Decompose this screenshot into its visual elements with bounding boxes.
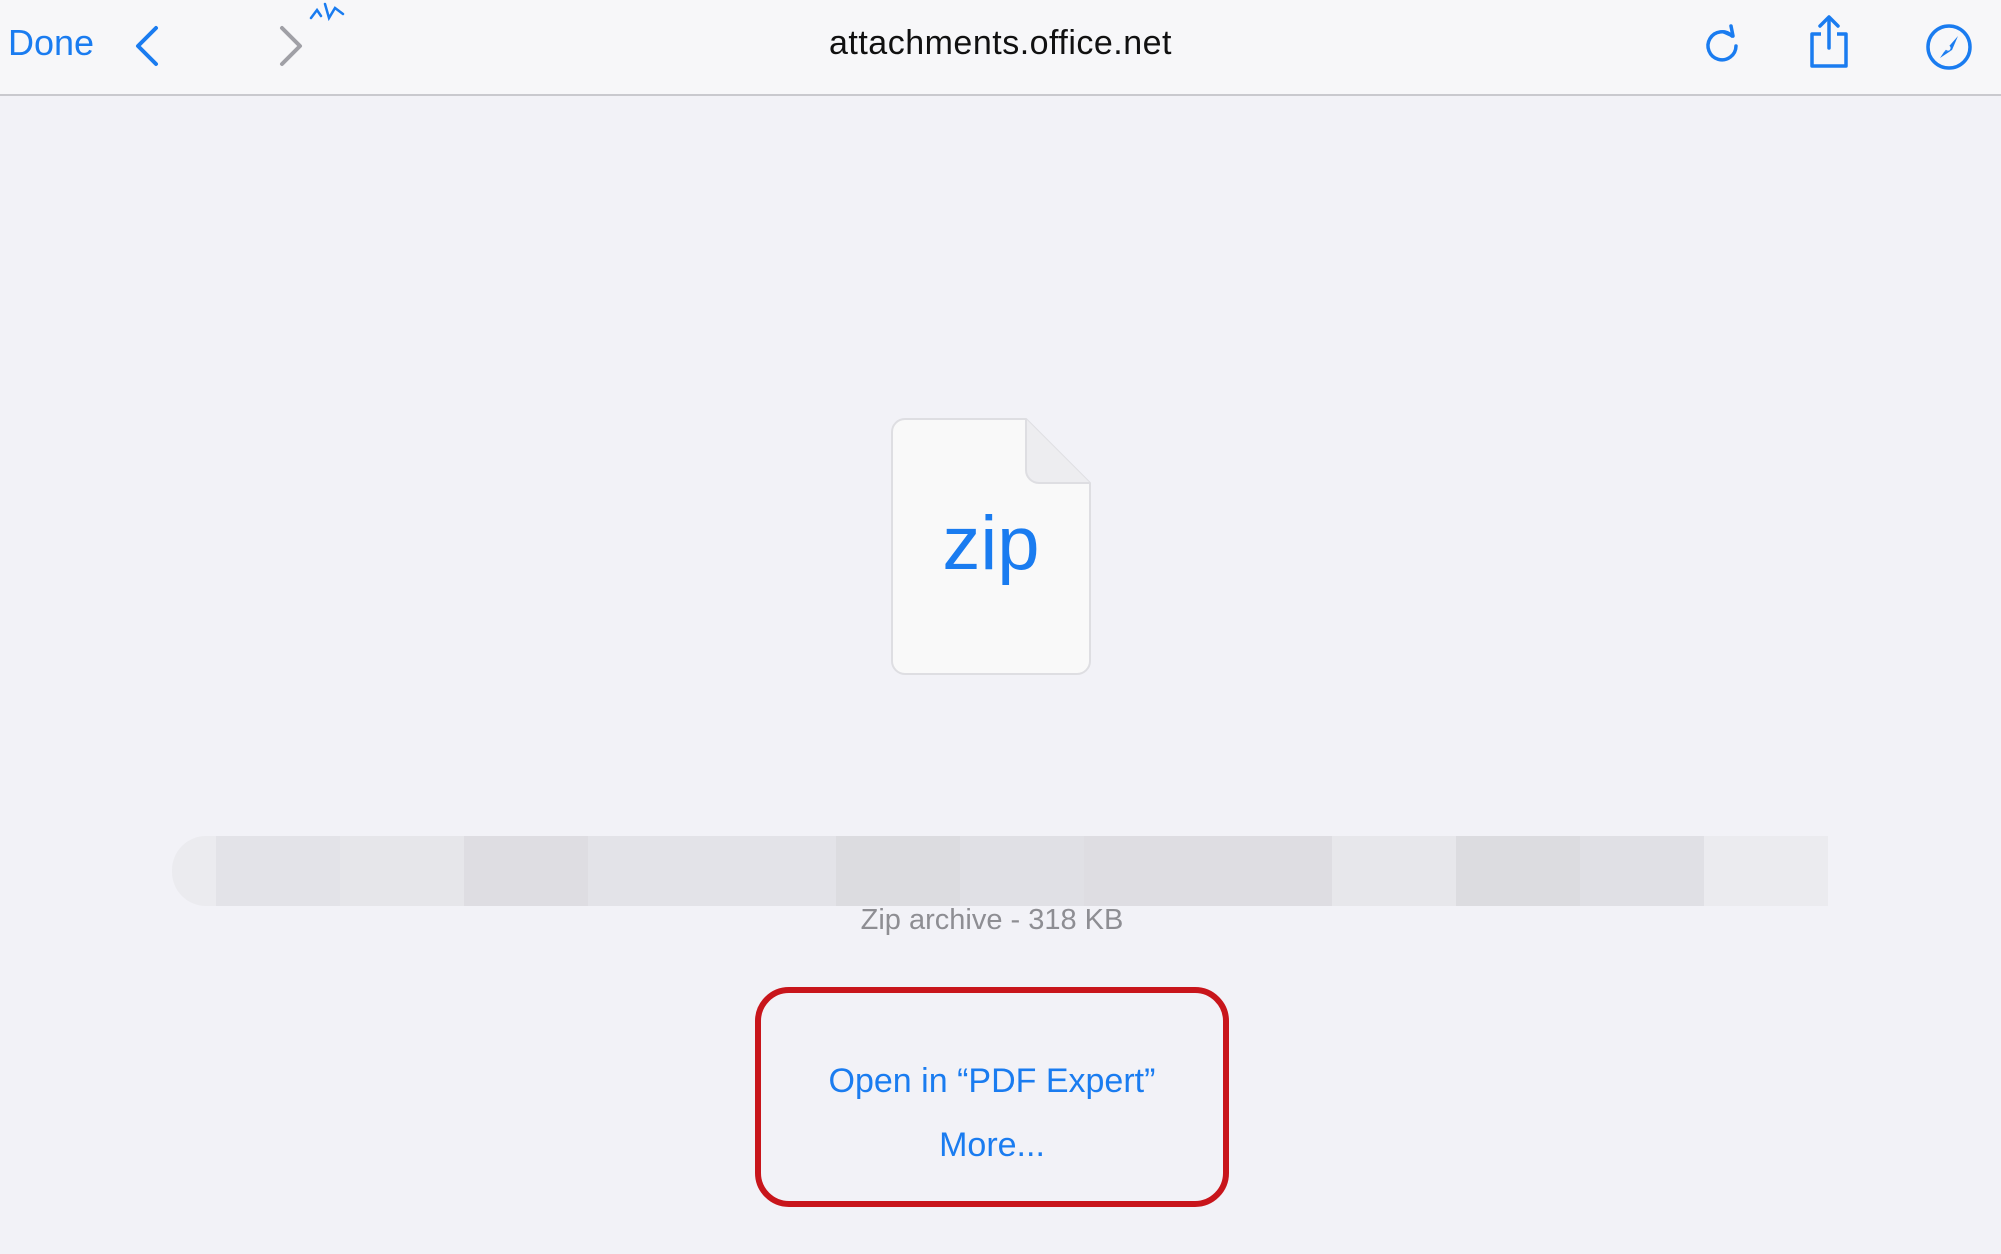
file-meta: Zip archive - 318 KB — [860, 904, 1124, 936]
sparkle-icon — [309, 2, 345, 22]
file-name-redacted — [172, 836, 1828, 906]
share-icon[interactable] — [1806, 14, 1852, 70]
compass-icon[interactable] — [1924, 22, 1974, 72]
quick-look-page: Done attachments.office.net zip Zip arch… — [0, 0, 2001, 1254]
open-in-pdf-expert-button[interactable]: Open in “PDF Expert” — [0, 1062, 1984, 1101]
more-button[interactable]: More... — [0, 1126, 1984, 1165]
reload-icon[interactable] — [1700, 22, 1744, 66]
file-extension-label: zip — [942, 501, 1040, 586]
toolbar: Done attachments.office.net — [0, 0, 2001, 96]
